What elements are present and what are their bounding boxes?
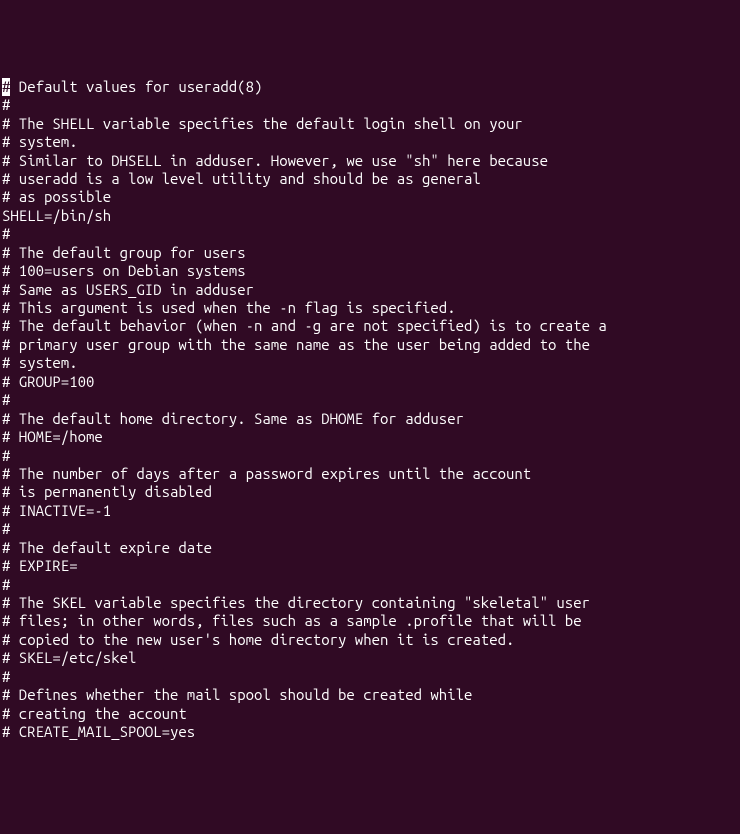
terminal-line: # The default behavior (when -n and -g a… <box>2 317 738 335</box>
terminal-line: # <box>2 576 738 594</box>
terminal-line: # files; in other words, files such as a… <box>2 612 738 630</box>
terminal-line: # The default group for users <box>2 244 738 262</box>
terminal-line: # <box>2 391 738 409</box>
terminal-line: # INACTIVE=-1 <box>2 502 738 520</box>
terminal-line: # <box>2 96 738 114</box>
terminal-line: # <box>2 225 738 243</box>
terminal-line: # SKEL=/etc/skel <box>2 649 738 667</box>
terminal-line: # as possible <box>2 188 738 206</box>
terminal-line: # The SHELL variable specifies the defau… <box>2 115 738 133</box>
terminal-line: # The SKEL variable specifies the direct… <box>2 594 738 612</box>
terminal-line: # Same as USERS_GID in adduser <box>2 281 738 299</box>
terminal-line: # system. <box>2 354 738 372</box>
terminal-line: # system. <box>2 133 738 151</box>
terminal-line: # EXPIRE= <box>2 557 738 575</box>
terminal-line: # copied to the new user's home director… <box>2 631 738 649</box>
terminal-line: SHELL=/bin/sh <box>2 207 738 225</box>
terminal-output: # Default values for useradd(8)## The SH… <box>2 78 738 742</box>
terminal-line: # The number of days after a password ex… <box>2 465 738 483</box>
terminal-line: # The default expire date <box>2 539 738 557</box>
terminal-line: # Similar to DHSELL in adduser. However,… <box>2 152 738 170</box>
terminal-line: # Default values for useradd(8) <box>2 78 738 96</box>
terminal-line: # GROUP=100 <box>2 373 738 391</box>
terminal-line: # <box>2 520 738 538</box>
terminal-line: # is permanently disabled <box>2 483 738 501</box>
terminal-line: # primary user group with the same name … <box>2 336 738 354</box>
terminal-line: # CREATE_MAIL_SPOOL=yes <box>2 723 738 741</box>
terminal-line: # useradd is a low level utility and sho… <box>2 170 738 188</box>
terminal-line: # 100=users on Debian systems <box>2 262 738 280</box>
terminal-line: # <box>2 668 738 686</box>
terminal-line: # Defines whether the mail spool should … <box>2 686 738 704</box>
terminal-text: Default values for useradd(8) <box>10 78 262 95</box>
terminal-line: # This argument is used when the -n flag… <box>2 299 738 317</box>
terminal-line: # creating the account <box>2 705 738 723</box>
terminal-line: # HOME=/home <box>2 428 738 446</box>
terminal-line: # The default home directory. Same as DH… <box>2 410 738 428</box>
terminal-line: # <box>2 447 738 465</box>
